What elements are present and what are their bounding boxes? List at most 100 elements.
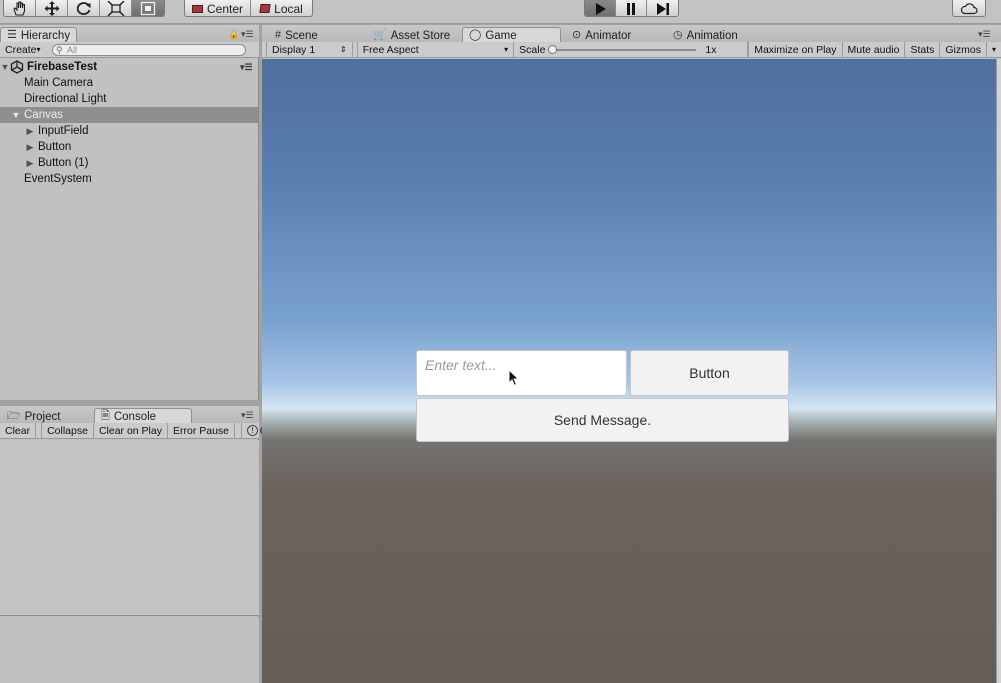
cloud-button[interactable] <box>953 0 985 16</box>
scene-menu-icon[interactable]: ▾☰ <box>240 62 253 73</box>
tab-animation[interactable]: ◷ Animation <box>666 27 745 43</box>
scale-tool-button[interactable] <box>100 0 132 16</box>
tab-game-label: Game <box>485 29 517 42</box>
mute-audio-toggle[interactable]: Mute audio <box>843 42 906 57</box>
panel-menu-icon[interactable]: ▾☰ <box>978 29 991 40</box>
collapsed-arrow-icon[interactable]: ▶ <box>25 142 35 153</box>
rotate-icon <box>76 2 90 15</box>
move-tool-button[interactable] <box>36 0 68 16</box>
collapse-label: Collapse <box>47 424 88 437</box>
play-button[interactable] <box>585 0 616 16</box>
hierarchy-panel: ☰ Hierarchy 🔒 ▾☰ Create ⚲ All ▼ Firebase… <box>0 25 259 400</box>
rect-tool-icon <box>140 1 156 16</box>
send-message-button[interactable]: Send Message. <box>416 398 789 442</box>
pivot-icon <box>191 4 203 13</box>
tab-animator[interactable]: ⊙ Animator <box>565 27 638 43</box>
expand-arrow-icon[interactable]: ▼ <box>11 110 21 120</box>
gizmos-dropdown[interactable]: ▾ <box>987 42 1001 57</box>
scale-icon <box>106 1 125 16</box>
tab-game[interactable]: ◯ Game <box>462 27 561 43</box>
pivot-space-button[interactable]: Local <box>251 0 312 16</box>
dropdown-arrow-icon: ▾ <box>504 45 509 54</box>
panel-menu-icon[interactable]: ▾☰ <box>241 29 254 40</box>
create-dropdown[interactable]: Create <box>0 42 46 57</box>
console-clear-on-play-button[interactable]: Clear on Play <box>94 423 168 438</box>
stats-toggle[interactable]: Stats <box>905 42 941 57</box>
scale-slider[interactable] <box>548 44 697 54</box>
game-input-field[interactable]: Enter text... <box>416 350 627 396</box>
panel-edge <box>996 59 1001 683</box>
tab-project[interactable]: 🗁 Project <box>0 408 67 424</box>
folder-icon: 🗁 <box>7 410 21 422</box>
console-panel: 🗁 Project 🗎 Console ▾☰ Clear Collapse Cl… <box>0 406 272 683</box>
lock-icon[interactable]: 🔒 <box>228 29 239 40</box>
game-icon: ◯ <box>469 29 482 41</box>
expand-arrow-icon[interactable]: ▼ <box>0 62 10 72</box>
animator-icon: ⊙ <box>572 29 582 41</box>
aspect-dropdown[interactable]: Free Aspect ▾ <box>356 42 515 57</box>
cloud-group <box>952 0 986 17</box>
hierarchy-item-inputfield[interactable]: ▶ InputField <box>0 123 259 139</box>
scale-label: Scale <box>519 43 546 56</box>
rect-tool-button[interactable] <box>132 0 164 16</box>
panel-menu-icon[interactable]: ▾☰ <box>241 410 254 421</box>
game-view[interactable] <box>262 59 996 683</box>
hierarchy-item-canvas[interactable]: ▼ Canvas <box>0 107 259 123</box>
hierarchy-item-directional-light[interactable]: Directional Light <box>0 91 259 107</box>
hierarchy-item-label: Canvas <box>24 109 63 121</box>
console-error-pause-button[interactable]: Error Pause <box>168 423 236 438</box>
clear-label: Clear <box>5 424 31 437</box>
maximize-on-play-toggle[interactable]: Maximize on Play <box>748 42 843 57</box>
tab-asset-store-label: Asset Store <box>390 29 451 42</box>
transform-tools <box>3 0 165 17</box>
game-button-label: Button <box>689 365 730 381</box>
console-detail-area[interactable] <box>0 617 259 683</box>
hierarchy-tabbar: ☰ Hierarchy 🔒 ▾☰ <box>0 25 259 43</box>
hierarchy-subbar: Create ⚲ All <box>0 42 259 58</box>
unity-logo-icon <box>10 60 24 74</box>
input-placeholder: Enter text... <box>425 357 497 373</box>
tab-scene-label: Scene <box>285 29 318 42</box>
collapsed-arrow-icon[interactable]: ▶ <box>25 126 35 137</box>
stats-label: Stats <box>910 43 935 56</box>
console-log-list[interactable] <box>0 440 259 616</box>
gizmos-toggle[interactable]: Gizmos <box>940 42 987 57</box>
display-dropdown[interactable]: Display 1 ⇕ <box>266 42 353 57</box>
hierarchy-item-button-1[interactable]: ▶ Button (1) <box>0 155 259 171</box>
space-label: Local <box>274 1 303 16</box>
hand-icon <box>12 1 25 16</box>
hierarchy-item-button[interactable]: ▶ Button <box>0 139 259 155</box>
maximize-label: Maximize on Play <box>754 43 837 56</box>
unity-editor: Center Local ☰ Hierarchy 🔒 ▾☰ Create ▾ ⚲… <box>0 0 1001 683</box>
main-toolbar: Center Local <box>0 0 1001 24</box>
console-tabbar: 🗁 Project 🗎 Console ▾☰ <box>0 406 259 424</box>
hierarchy-item-label: InputField <box>38 125 89 137</box>
hand-tool-button[interactable] <box>4 0 36 16</box>
game-button[interactable]: Button <box>630 350 789 396</box>
tab-hierarchy[interactable]: ☰ Hierarchy <box>0 27 78 43</box>
tab-scene[interactable]: # Scene <box>268 27 325 43</box>
scale-slider-thumb[interactable] <box>548 44 558 54</box>
tab-asset-store[interactable]: 🛒 Asset Store <box>366 27 457 43</box>
mute-label: Mute audio <box>847 43 900 56</box>
console-icon: 🗎 <box>101 410 110 422</box>
pivot-label: Center <box>206 1 244 16</box>
scene-root-row[interactable]: ▼ FirebaseTest ▾☰ <box>0 59 259 75</box>
rotate-tool-button[interactable] <box>68 0 100 16</box>
clear-on-play-label: Clear on Play <box>98 424 162 437</box>
clock-icon: ◷ <box>673 29 683 41</box>
console-collapse-button[interactable]: Collapse <box>41 423 94 438</box>
hierarchy-item-eventsystem[interactable]: EventSystem <box>0 171 259 187</box>
hierarchy-item-main-camera[interactable]: Main Camera <box>0 75 259 91</box>
pivot-center-button[interactable]: Center <box>185 0 251 16</box>
step-button[interactable] <box>647 0 678 16</box>
tab-animator-label: Animator <box>585 29 632 42</box>
console-clear-button[interactable]: Clear <box>0 423 37 438</box>
display-label: Display 1 <box>272 43 316 56</box>
collapsed-arrow-icon[interactable]: ▶ <box>25 158 35 169</box>
hierarchy-search-input[interactable]: ⚲ All <box>52 44 246 56</box>
tab-animation-label: Animation <box>686 29 738 42</box>
pause-button[interactable] <box>616 0 647 16</box>
tab-console[interactable]: 🗎 Console <box>94 408 192 424</box>
pivot-toggles: Center Local <box>184 0 313 17</box>
